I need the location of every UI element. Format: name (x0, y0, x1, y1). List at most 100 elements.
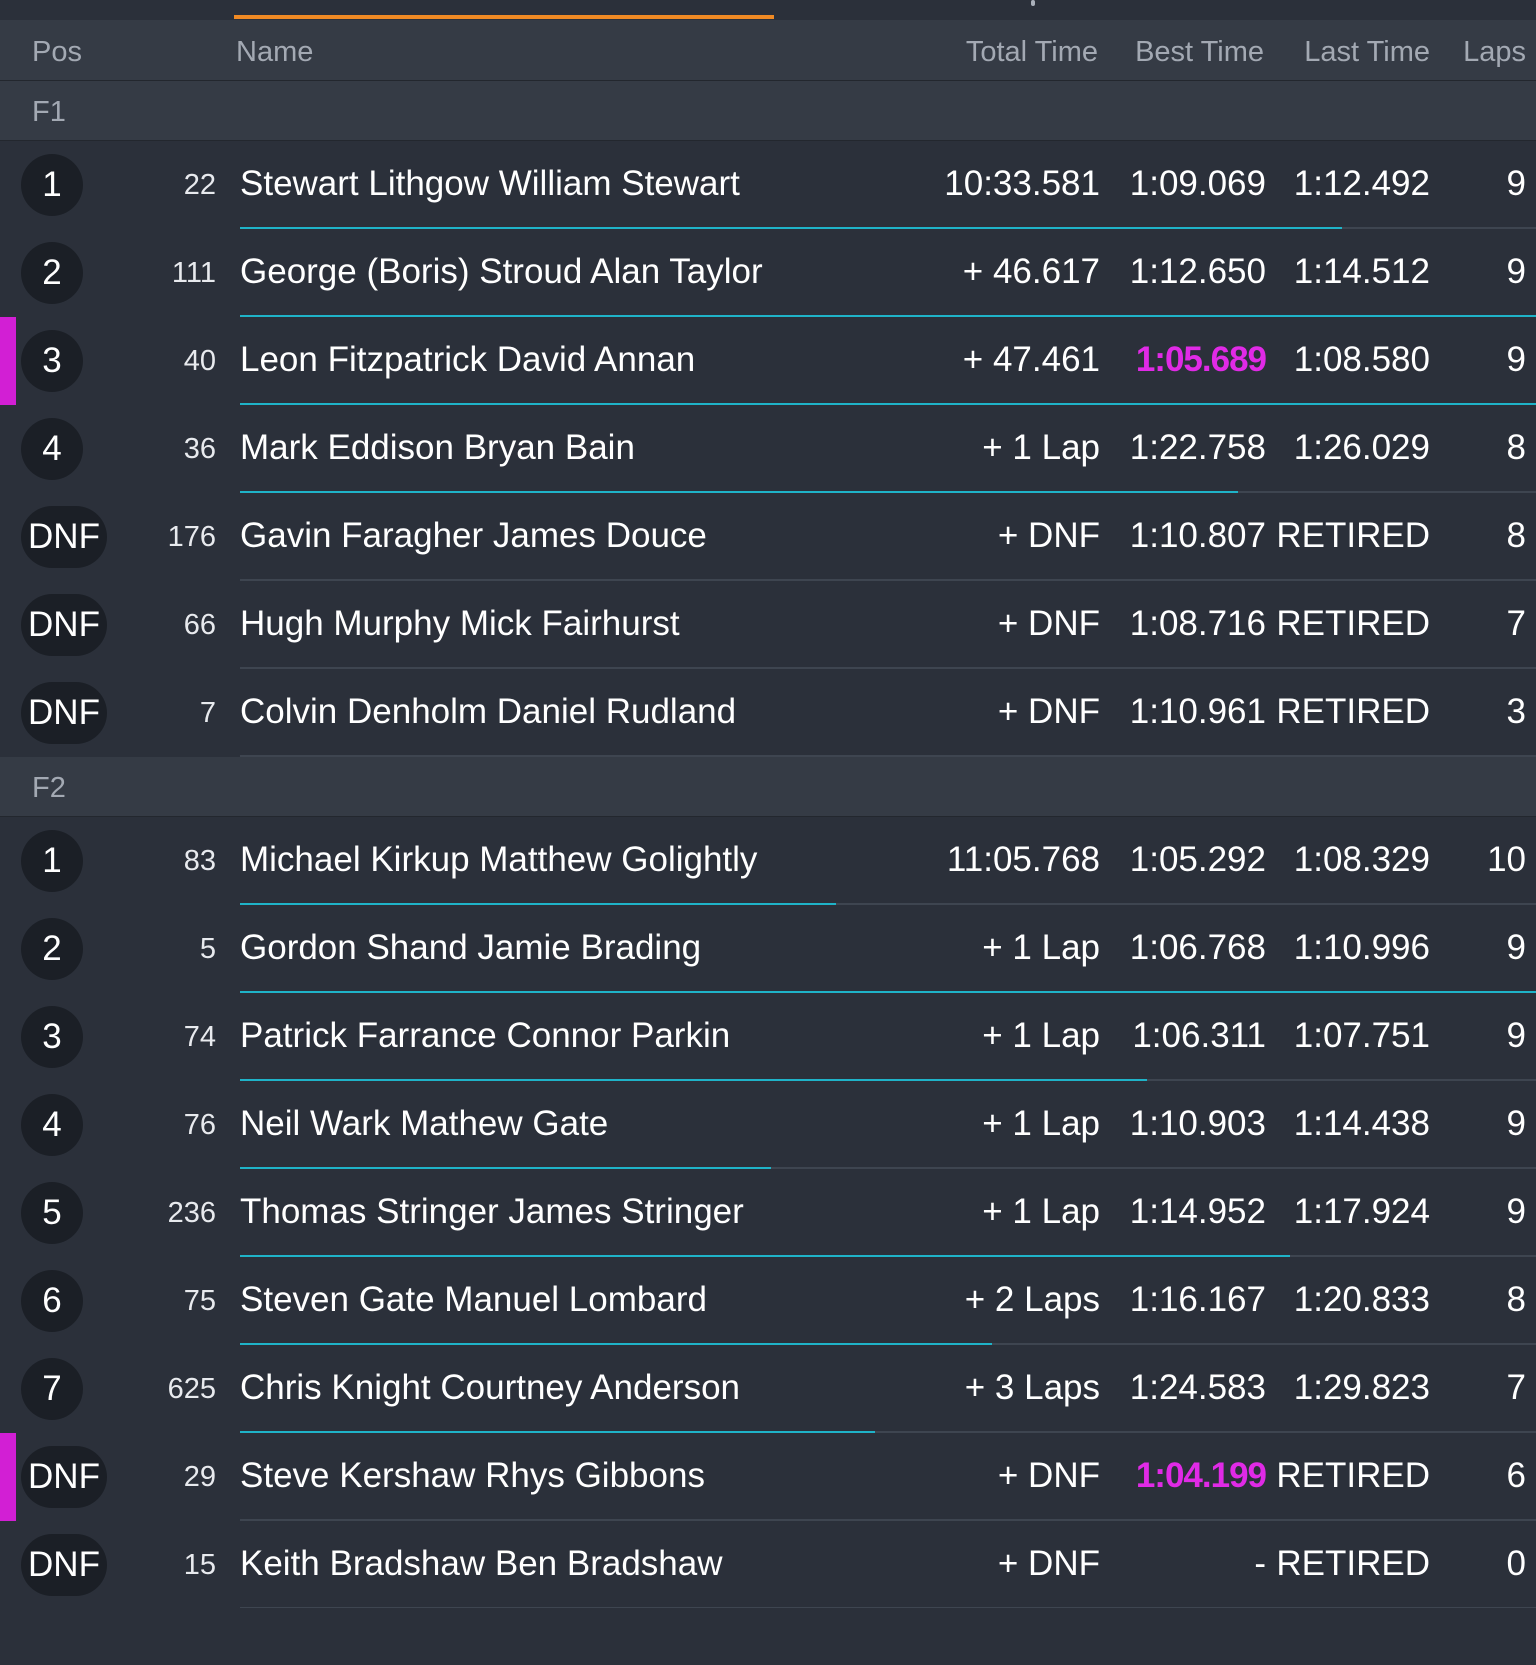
last-time: RETIRED (1276, 1456, 1430, 1495)
last-time: 1:07.751 (1293, 1016, 1430, 1055)
fastest-lap-marker (0, 1433, 16, 1521)
section-label: F2 (32, 772, 66, 804)
header-last-time[interactable]: Last Time (1304, 36, 1430, 69)
best-time: 1:10.903 (1129, 1104, 1266, 1143)
driver-names: Michael Kirkup Matthew Golightly (240, 840, 758, 879)
total-time: + DNF (997, 1544, 1100, 1583)
lap-count: 3 (1506, 692, 1526, 731)
table-row[interactable]: 3 40 Leon Fitzpatrick David Annan + 47.461 1… (0, 317, 1536, 405)
tab-icon[interactable] (1031, 0, 1035, 6)
position-badge: DNF (21, 506, 107, 568)
total-time: + DNF (997, 1456, 1100, 1495)
header-total-time[interactable]: Total Time (966, 36, 1098, 69)
table-row[interactable]: 5 236 Thomas Stringer James Stringer + 1 La… (0, 1169, 1536, 1257)
total-time: + 1 Lap (982, 1016, 1100, 1055)
last-time: 1:12.492 (1293, 164, 1430, 203)
lap-count: 9 (1506, 164, 1526, 203)
table-row[interactable]: 3 74 Patrick Farrance Connor Parkin + 1 Lap… (0, 993, 1536, 1081)
car-number: 7 (199, 697, 216, 729)
table-row[interactable]: 1 83 Michael Kirkup Matthew Golightly 11:05… (0, 817, 1536, 905)
total-time: + DNF (997, 692, 1100, 731)
active-tab-indicator[interactable] (234, 15, 774, 19)
driver-names: Steven Gate Manuel Lombard (240, 1280, 707, 1319)
driver-names: Patrick Farrance Connor Parkin (240, 1016, 731, 1055)
position-badge: 6 (21, 1270, 83, 1332)
lap-count: 8 (1506, 428, 1526, 467)
lap-count: 9 (1506, 1104, 1526, 1143)
car-number: 625 (167, 1373, 216, 1405)
lap-count: 9 (1506, 1016, 1526, 1055)
section-header: F1 (0, 81, 1536, 141)
total-time: 10:33.581 (944, 164, 1100, 203)
lap-count: 9 (1506, 252, 1526, 291)
lap-count: 9 (1506, 1192, 1526, 1231)
lap-count: 7 (1506, 604, 1526, 643)
car-number: 83 (183, 845, 216, 877)
position-badge: 5 (21, 1182, 83, 1244)
lap-count: 9 (1506, 340, 1526, 379)
driver-names: Hugh Murphy Mick Fairhurst (240, 604, 680, 643)
column-header: Pos Name Total Time Best Time Last Time … (0, 20, 1536, 81)
best-time: 1:05.292 (1129, 840, 1266, 879)
total-time: + 46.617 (962, 252, 1100, 291)
position-badge: 3 (21, 330, 83, 392)
car-number: 66 (183, 609, 216, 641)
table-row[interactable]: DNF 66 Hugh Murphy Mick Fairhurst + DNF 1:08… (0, 581, 1536, 669)
car-number: 176 (167, 521, 216, 553)
header-best-time[interactable]: Best Time (1135, 36, 1264, 69)
table-row[interactable]: DNF 7 Colvin Denholm Daniel Rudland + DNF 1:… (0, 669, 1536, 757)
driver-names: George (Boris) Stroud Alan Taylor (240, 252, 763, 291)
car-number: 236 (167, 1197, 216, 1229)
best-time: - (1254, 1544, 1266, 1583)
table-row[interactable]: DNF 29 Steve Kershaw Rhys Gibbons + DNF 1:04… (0, 1433, 1536, 1521)
table-row[interactable]: 2 111 George (Boris) Stroud Alan Taylor + 4… (0, 229, 1536, 317)
header-name[interactable]: Name (236, 36, 313, 69)
last-time: 1:10.996 (1293, 928, 1430, 967)
table-row[interactable]: 4 36 Mark Eddison Bryan Bain + 1 Lap 1:22.75… (0, 405, 1536, 493)
last-time: 1:26.029 (1293, 428, 1430, 467)
best-time: 1:09.069 (1129, 164, 1266, 203)
total-time: + 47.461 (962, 340, 1100, 379)
lap-count: 7 (1506, 1368, 1526, 1407)
car-number: 76 (183, 1109, 216, 1141)
last-time: RETIRED (1276, 692, 1430, 731)
table-row[interactable]: 1 22 Stewart Lithgow William Stewart 10:33.… (0, 141, 1536, 229)
last-time: 1:29.823 (1293, 1368, 1430, 1407)
table-row[interactable]: 2 5 Gordon Shand Jamie Brading + 1 Lap 1:06.… (0, 905, 1536, 993)
driver-names: Stewart Lithgow William Stewart (240, 164, 740, 203)
driver-names: Steve Kershaw Rhys Gibbons (240, 1456, 705, 1495)
best-time: 1:04.199 (1135, 1456, 1267, 1495)
tab-bar (0, 0, 1536, 22)
lap-count: 8 (1506, 516, 1526, 555)
best-time: 1:24.583 (1129, 1368, 1266, 1407)
car-number: 111 (171, 257, 216, 289)
header-pos[interactable]: Pos (32, 36, 82, 69)
section-header: F2 (0, 757, 1536, 817)
last-time: 1:17.924 (1293, 1192, 1430, 1231)
header-laps[interactable]: Laps (1463, 36, 1526, 69)
last-time: 1:08.329 (1293, 840, 1430, 879)
position-badge: 7 (21, 1358, 83, 1420)
best-time: 1:06.768 (1129, 928, 1266, 967)
position-badge: 1 (21, 830, 83, 892)
best-time: 1:22.758 (1129, 428, 1266, 467)
position-badge: DNF (21, 1534, 107, 1596)
position-badge: DNF (21, 682, 107, 744)
best-time: 1:10.807 (1129, 516, 1266, 555)
best-time: 1:08.716 (1129, 604, 1266, 643)
driver-names: Mark Eddison Bryan Bain (240, 428, 635, 467)
table-row[interactable]: 6 75 Steven Gate Manuel Lombard + 2 Laps 1:1… (0, 1257, 1536, 1345)
table-row[interactable]: 4 76 Neil Wark Mathew Gate + 1 Lap 1:10.903 1… (0, 1081, 1536, 1169)
car-number: 15 (183, 1549, 216, 1581)
driver-names: Gordon Shand Jamie Brading (240, 928, 702, 967)
last-time: RETIRED (1276, 604, 1430, 643)
lap-count: 10 (1487, 840, 1526, 879)
total-time: + DNF (997, 604, 1100, 643)
driver-names: Leon Fitzpatrick David Annan (240, 340, 696, 379)
table-row[interactable]: 7 625 Chris Knight Courtney Anderson + 3 La… (0, 1345, 1536, 1433)
total-time: + 1 Lap (982, 1104, 1100, 1143)
car-number: 36 (183, 433, 216, 465)
car-number: 5 (199, 933, 216, 965)
table-row[interactable]: DNF 176 Gavin Faragher James Douce + DNF 1:1… (0, 493, 1536, 581)
table-row[interactable]: DNF 15 Keith Bradshaw Ben Bradshaw + DNF - RE… (0, 1521, 1536, 1609)
